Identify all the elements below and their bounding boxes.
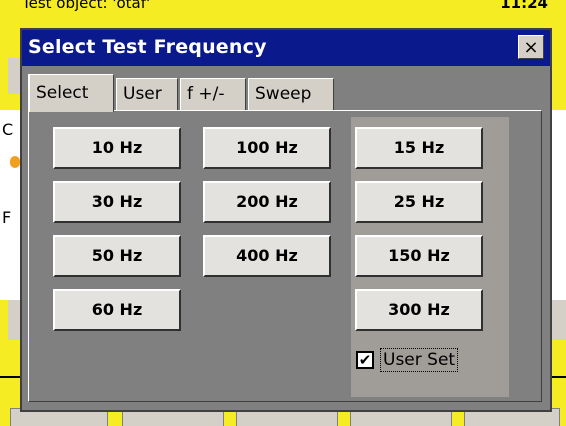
tab-user[interactable]: User [116, 78, 178, 110]
select-tab-panel: 10 Hz 30 Hz 50 Hz 60 Hz 100 Hz 200 Hz 40… [28, 110, 542, 402]
dialog-title: Select Test Frequency [28, 36, 267, 58]
background-label-f: F [2, 208, 12, 227]
user-set-checkbox[interactable]: ✔ [356, 351, 374, 369]
close-icon: × [523, 37, 539, 58]
close-button[interactable]: × [518, 35, 544, 59]
user-set-label[interactable]: User Set [380, 348, 459, 372]
tab-sweep[interactable]: Sweep [248, 78, 334, 110]
freq-button-100hz[interactable]: 100 Hz [203, 127, 331, 169]
tab-f-plus-minus[interactable]: f +/- [180, 78, 246, 110]
freq-button-300hz[interactable]: 300 Hz [355, 289, 483, 331]
freq-button-60hz[interactable]: 60 Hz [53, 289, 181, 331]
background-orange-indicator [10, 156, 20, 168]
background-clock: 11:24 [500, 0, 548, 12]
freq-button-200hz[interactable]: 200 Hz [203, 181, 331, 223]
freq-button-150hz[interactable]: 150 Hz [355, 235, 483, 277]
freq-button-50hz[interactable]: 50 Hz [53, 235, 181, 277]
freq-button-10hz[interactable]: 10 Hz [53, 127, 181, 169]
freq-button-25hz[interactable]: 25 Hz [355, 181, 483, 223]
background-panel-right-2 [552, 300, 566, 340]
dialog-titlebar: Select Test Frequency × [22, 30, 550, 66]
background-label-c: C [2, 120, 14, 139]
background-window-title: Test object: 'otaf' [22, 0, 151, 12]
background-panel-right [552, 110, 566, 300]
freq-button-400hz[interactable]: 400 Hz [203, 235, 331, 277]
tab-select[interactable]: Select [28, 74, 114, 112]
select-test-frequency-dialog: Select Test Frequency × Select User f +/… [20, 28, 552, 412]
freq-button-30hz[interactable]: 30 Hz [53, 181, 181, 223]
freq-button-15hz[interactable]: 15 Hz [355, 127, 483, 169]
checkmark-icon: ✔ [358, 351, 372, 369]
